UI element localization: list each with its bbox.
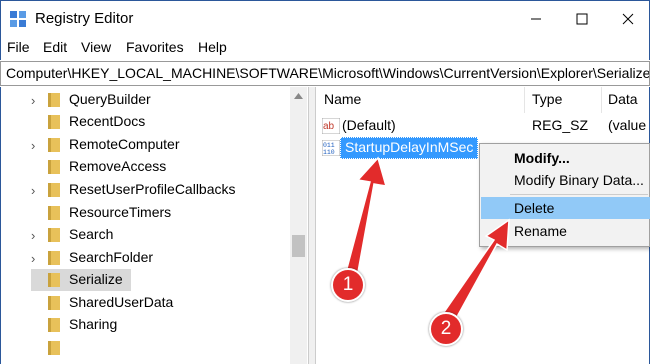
svg-text:ab: ab xyxy=(323,121,335,132)
tree-item[interactable]: RecentDocs xyxy=(1,111,291,133)
tree-item[interactable]: › RemoteComputer xyxy=(1,134,291,156)
scroll-up-icon[interactable] xyxy=(290,89,307,103)
tree-item-label: Sharing xyxy=(69,316,118,332)
selected-value-name[interactable]: StartupDelayInMSec xyxy=(340,137,479,159)
tree-item[interactable]: › Search xyxy=(1,224,291,246)
tree-scrollbar[interactable] xyxy=(290,87,307,364)
context-item-label: Modify... xyxy=(514,150,570,166)
context-modify[interactable]: Modify... xyxy=(481,147,650,169)
value-row[interactable]: ab (Default) REG_SZ (value xyxy=(316,115,649,137)
tree-item-label: SearchFolder xyxy=(69,249,154,265)
maximize-button[interactable] xyxy=(559,1,605,37)
menu-file[interactable]: File xyxy=(7,39,30,55)
menu-separator xyxy=(510,194,648,195)
tree-item[interactable]: › QueryBuilder xyxy=(1,89,291,111)
string-value-icon: ab xyxy=(322,118,340,134)
folder-icon xyxy=(48,183,60,197)
folder-icon xyxy=(48,138,60,152)
tree-item-selected[interactable]: Serialize xyxy=(31,269,131,291)
tree-item-label: RecentDocs xyxy=(69,113,146,129)
value-type: REG_SZ xyxy=(532,117,589,133)
tree-item-label: ResetUserProfileCallbacks xyxy=(69,181,236,197)
folder-icon xyxy=(48,115,60,129)
context-rename[interactable]: Rename xyxy=(481,220,650,242)
pane-splitter[interactable] xyxy=(308,87,316,364)
value-data: (value xyxy=(608,117,647,133)
menu-help[interactable]: Help xyxy=(198,39,227,55)
column-header-type[interactable]: Type xyxy=(532,91,562,107)
chevron-right-icon[interactable]: › xyxy=(31,251,35,266)
column-header-data[interactable]: Data xyxy=(608,91,638,107)
chevron-right-icon[interactable]: › xyxy=(31,183,35,198)
tree-item[interactable] xyxy=(1,337,291,359)
folder-icon xyxy=(48,273,60,287)
context-delete[interactable]: Delete xyxy=(481,197,650,219)
chevron-right-icon[interactable]: › xyxy=(31,228,35,243)
column-header-name[interactable]: Name xyxy=(324,91,361,107)
tree-item[interactable]: Sharing xyxy=(1,314,291,336)
menu-bar: File Edit View Favorites Help xyxy=(0,36,650,60)
folder-icon xyxy=(48,228,60,242)
close-icon xyxy=(622,13,634,25)
address-bar[interactable]: Computer\HKEY_LOCAL_MACHINE\SOFTWARE\Mic… xyxy=(0,61,650,86)
folder-icon xyxy=(48,160,60,174)
maximize-icon xyxy=(576,13,588,25)
svg-text:110: 110 xyxy=(323,149,335,156)
folder-icon xyxy=(48,341,60,355)
tree-item-label: Search xyxy=(69,226,114,242)
folder-icon xyxy=(48,93,60,107)
step-badge-2: 2 xyxy=(429,312,463,346)
column-divider[interactable] xyxy=(601,87,602,113)
menu-favorites[interactable]: Favorites xyxy=(126,39,184,55)
context-item-label: Rename xyxy=(514,223,567,239)
chevron-right-icon[interactable]: › xyxy=(31,93,35,108)
minimize-button[interactable] xyxy=(513,1,559,37)
tree-item-label: Serialize xyxy=(69,271,123,287)
value-name: (Default) xyxy=(342,117,396,133)
folder-icon xyxy=(48,206,60,220)
context-menu: Modify... Modify Binary Data... Delete R… xyxy=(479,143,650,247)
registry-editor-icon xyxy=(10,11,26,27)
folder-icon xyxy=(48,318,60,332)
close-button[interactable] xyxy=(605,1,650,37)
context-item-label: Delete xyxy=(514,200,555,216)
title-bar: Registry Editor xyxy=(0,0,650,36)
tree-item[interactable]: RemoveAccess xyxy=(1,156,291,178)
window-title: Registry Editor xyxy=(35,10,134,27)
menu-view[interactable]: View xyxy=(81,39,111,55)
tree-item[interactable]: SharedUserData xyxy=(1,292,291,314)
folder-icon xyxy=(48,251,60,265)
tree-item[interactable]: › ResetUserProfileCallbacks xyxy=(1,179,291,201)
context-item-label: Modify Binary Data... xyxy=(514,172,644,188)
tree-item[interactable]: ResourceTimers xyxy=(1,202,291,224)
column-divider[interactable] xyxy=(524,87,525,113)
tree-item-label: RemoteComputer xyxy=(69,136,180,152)
tree-item-label: RemoveAccess xyxy=(69,158,167,174)
tree-item[interactable]: › SearchFolder xyxy=(1,247,291,269)
context-modify-binary[interactable]: Modify Binary Data... xyxy=(481,169,650,191)
tree-item-label: SharedUserData xyxy=(69,294,174,310)
binary-value-icon: 011 110 xyxy=(322,140,340,156)
chevron-right-icon[interactable]: › xyxy=(31,138,35,153)
tree-item-label: QueryBuilder xyxy=(69,91,151,107)
scroll-thumb[interactable] xyxy=(292,235,305,257)
step-badge-1: 1 xyxy=(331,268,365,302)
tree-item-label: ResourceTimers xyxy=(69,204,172,220)
svg-text:011: 011 xyxy=(323,142,335,149)
folder-icon xyxy=(48,296,60,310)
minimize-icon xyxy=(531,18,541,20)
key-tree: › QueryBuilder RecentDocs › RemoteComput… xyxy=(0,87,308,364)
menu-edit[interactable]: Edit xyxy=(43,39,67,55)
